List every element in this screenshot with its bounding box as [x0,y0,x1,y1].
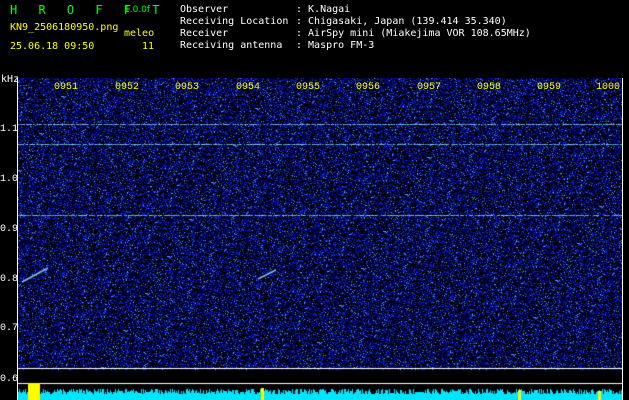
header-panel: H R O F F T 1.0.0f KN9_2506180950.png me… [0,0,629,74]
y-label-0.6: 0.6 [0,374,19,385]
spectrogram-canvas [18,78,622,400]
y-label-1.0: 1.0 [0,174,19,185]
version-label: 1.0.0f [124,5,151,15]
y-label-0.8: 0.8 [0,274,19,285]
location-label: Receiving Location [180,16,289,27]
time-label-0953: 0953 [175,82,200,93]
receiver-label: Receiver [180,28,229,39]
observer-label: Observer [180,4,229,15]
receiver-value: : AirSpy mini (Miakejima VOR 108.65MHz) [296,28,531,39]
y-label-1.1: 1.1 [0,124,19,135]
y-label-0.7: 0.7 [0,323,19,334]
time-label-0959: 0959 [537,82,562,93]
time-label-0955: 0955 [296,82,321,93]
plot-right-border [622,78,623,400]
count-label: 11 [142,41,155,52]
time-label-0958: 0958 [477,82,502,93]
time-label-1000: 1000 [596,82,621,93]
source-label: meleo [124,28,155,39]
datetime-label: 25.06.18 09:50 [10,41,95,52]
spectrogram-plot [18,78,622,400]
antenna-value: : Maspro FM-3 [296,40,375,51]
y-label-0.9: 0.9 [0,224,19,235]
filename-label: KN9_2506180950.png [10,22,119,33]
observer-value: : K.Nagai [296,4,351,15]
time-label-0956: 0956 [356,82,381,93]
time-label-0951: 0951 [54,82,79,93]
time-label-0952: 0952 [115,82,140,93]
location-value: : Chigasaki, Japan (139.414 35.340) [296,16,507,27]
antenna-label: Receiving antenna [180,40,283,51]
time-label-0957: 0957 [417,82,442,93]
time-label-0954: 0954 [236,82,261,93]
